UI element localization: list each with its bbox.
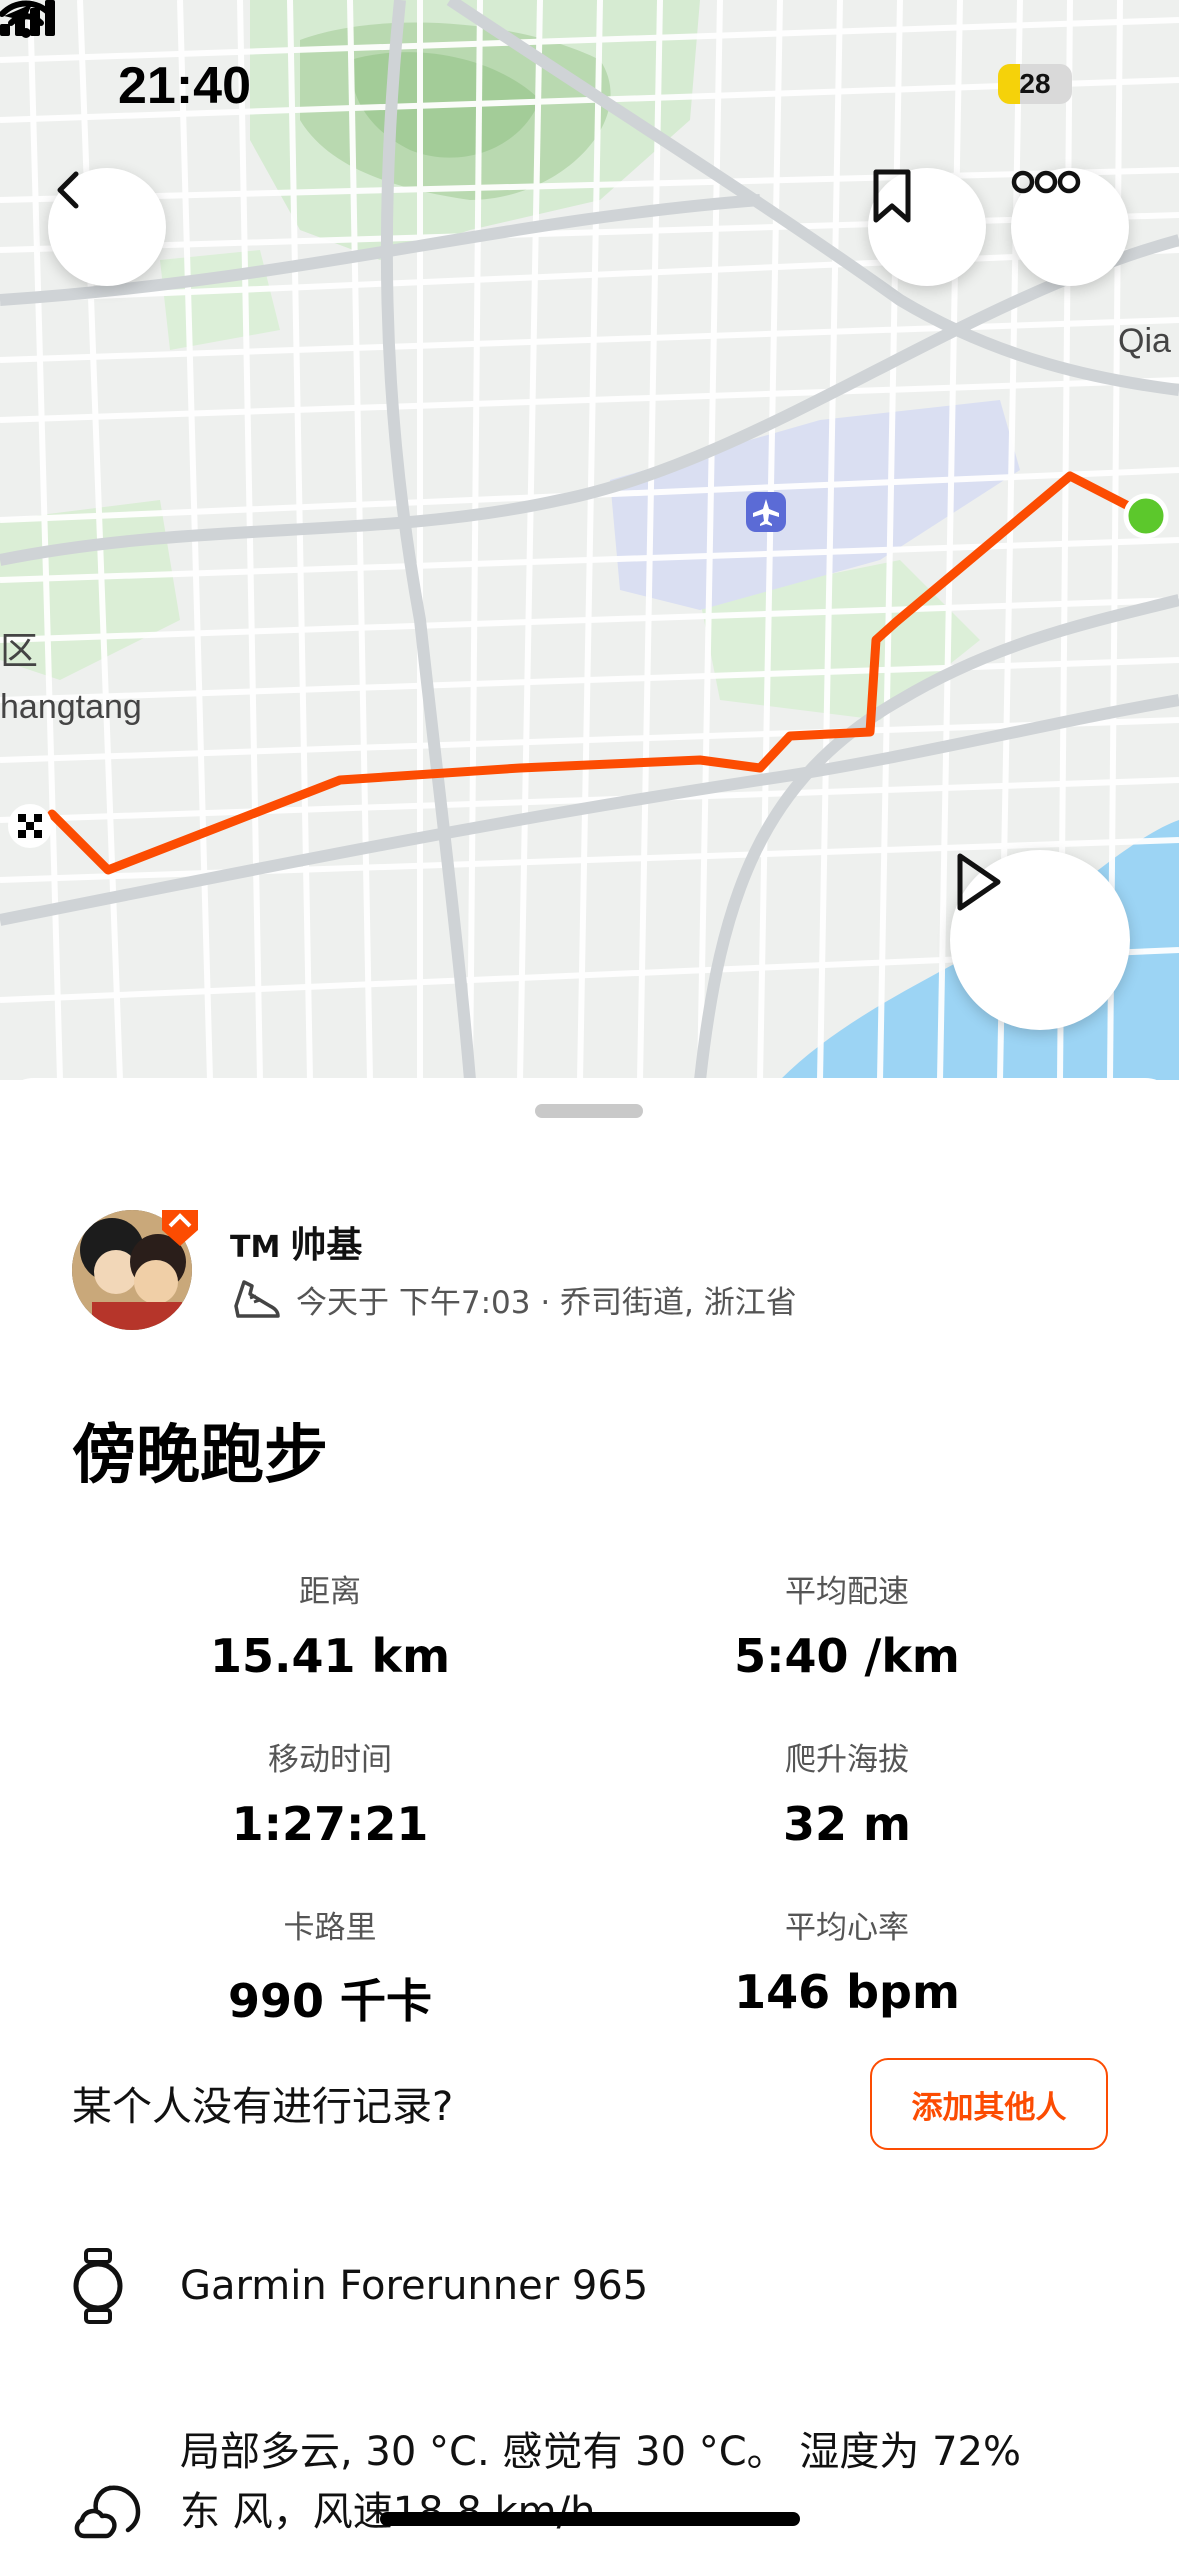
- athlete-name: 帅基: [290, 1225, 363, 1266]
- add-others-question: 某个人没有进行记录?: [72, 2084, 454, 2130]
- stat-label: 平均配速: [785, 1574, 909, 1610]
- sheet-grabber[interactable]: [535, 1104, 643, 1118]
- park-area: [160, 250, 280, 350]
- athlete-prefix: TM: [230, 1230, 281, 1265]
- stat-elevation-gain: 爬升海拔 32 m: [637, 1734, 1057, 1851]
- weather-line-1: 局部多云, 30 °C. 感觉有 30 °C。 湿度为 72%: [180, 2429, 1021, 2475]
- stat-distance: 距离 15.41 km: [120, 1566, 540, 1683]
- shoe-icon: [234, 1280, 280, 1318]
- airplane-icon: [746, 492, 786, 532]
- activity-sheet: TM 帅基 今天于 下午7:03 · 乔司街道, 浙江省 傍晚跑步 距离 15.4…: [0, 1078, 1179, 2556]
- home-indicator[interactable]: [380, 2512, 800, 2526]
- more-icon: [1011, 170, 1081, 194]
- status-time: 21:40: [118, 57, 251, 115]
- stat-label: 移动时间: [268, 1742, 392, 1778]
- stat-value: 5:40 /km: [734, 1629, 960, 1683]
- chevron-left-icon: [57, 171, 79, 209]
- play-flyover-button[interactable]: [950, 850, 1130, 1030]
- stat-value: 146 bpm: [734, 1965, 960, 2019]
- stat-calories: 卡路里 990 千卡: [120, 1902, 540, 2031]
- add-others-button[interactable]: 添加其他人: [870, 2058, 1108, 2150]
- stat-avg-pace: 平均配速 5:40 /km: [637, 1566, 1057, 1683]
- bookmark-icon: [873, 169, 911, 223]
- map-label-place: hangtang: [0, 688, 142, 726]
- play-icon: [957, 853, 1001, 911]
- route-map[interactable]: Qia 区 hangtang 21:40 28: [0, 0, 1179, 1080]
- activity-title: 傍晚跑步: [72, 1419, 328, 1493]
- stat-avg-heart-rate: 平均心率 146 bpm: [637, 1902, 1057, 2019]
- stat-value: 32 m: [783, 1797, 911, 1851]
- status-bar: 21:40 28: [0, 0, 1179, 170]
- battery-level: 28: [1019, 68, 1051, 99]
- map-label-qia: Qia: [1118, 322, 1171, 360]
- start-marker: [1123, 493, 1169, 539]
- subscriber-badge-icon: [162, 1210, 198, 1246]
- battery-indicator: 28: [998, 64, 1072, 104]
- device-name: Garmin Forerunner 965: [180, 2263, 649, 2309]
- map-label-district: 区: [0, 631, 39, 673]
- stat-value: 1:27:21: [231, 1797, 429, 1851]
- stat-value: 15.41 km: [209, 1629, 451, 1683]
- stat-label: 卡路里: [283, 1910, 377, 1946]
- more-button[interactable]: [1011, 168, 1129, 286]
- activity-meta: 今天于 下午7:03 · 乔司街道, 浙江省: [230, 1276, 797, 1322]
- stat-value: 990 千卡: [227, 1974, 433, 2028]
- wifi-icon: [0, 0, 52, 38]
- stat-label: 平均心率: [785, 1910, 909, 1946]
- stat-label: 爬升海拔: [785, 1742, 909, 1778]
- back-button[interactable]: [48, 168, 166, 286]
- activity-meta-text: 今天于 下午7:03 · 乔司街道, 浙江省: [296, 1284, 797, 1321]
- device-row[interactable]: Garmin Forerunner 965: [72, 2246, 648, 2326]
- checkered-flag-icon: [8, 804, 52, 848]
- cloud-moon-icon: [74, 2485, 141, 2539]
- stat-label: 距离: [299, 1574, 361, 1610]
- watch-icon: [73, 2248, 123, 2324]
- bookmark-button[interactable]: [868, 168, 986, 286]
- stat-moving-time: 移动时间 1:27:21: [120, 1734, 540, 1851]
- athlete-name-line[interactable]: TM 帅基: [230, 1216, 362, 1268]
